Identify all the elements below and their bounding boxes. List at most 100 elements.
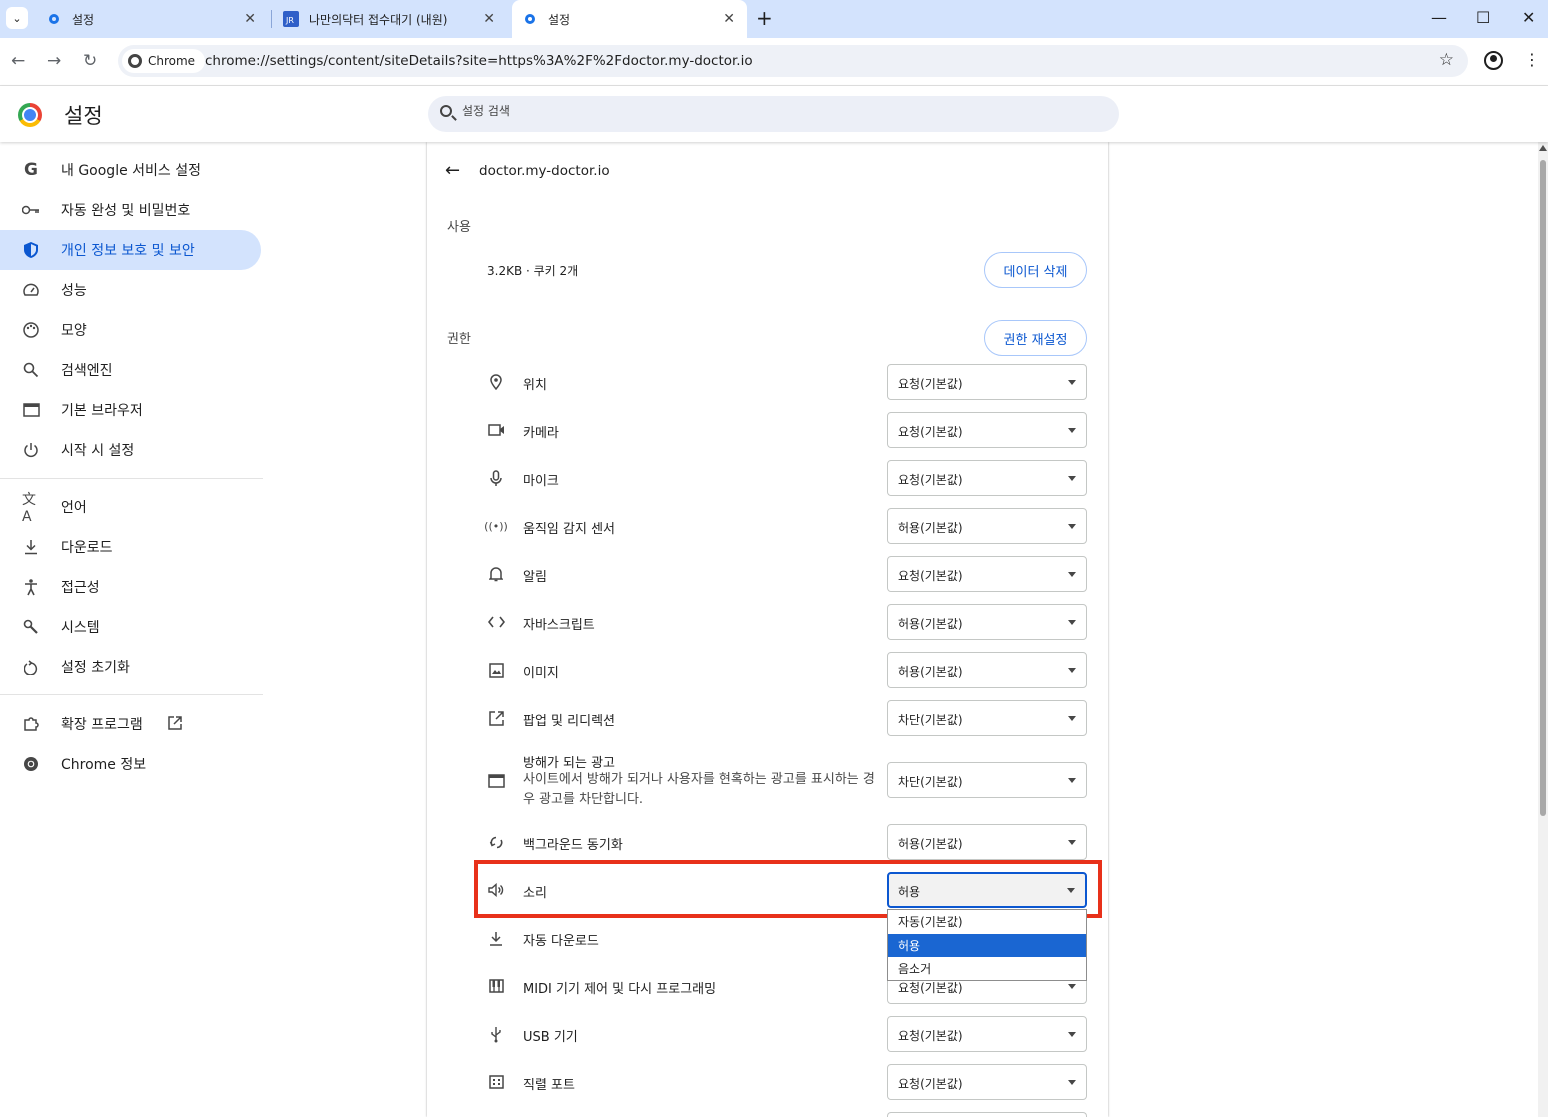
sound-dropdown-menu: 자동(기본값) 허용 음소거 — [887, 909, 1087, 981]
dropdown-option-automatic[interactable]: 자동(기본값) — [888, 910, 1086, 933]
caret-down-icon — [1068, 668, 1076, 673]
sidebar-item-label: 설정 초기화 — [61, 660, 130, 676]
piano-icon — [487, 977, 505, 995]
permission-select[interactable]: 요청(기본값) — [887, 1064, 1087, 1100]
permission-select[interactable]: 차단(기본값) — [887, 762, 1087, 798]
page-scrollbar[interactable] — [1538, 142, 1548, 1117]
profile-avatar-icon[interactable] — [1484, 51, 1503, 70]
permission-label: 자바스크립트 — [523, 618, 595, 633]
close-icon[interactable]: ✕ — [244, 11, 256, 27]
tab-title: 나만의닥터 접수대기 (내원) — [309, 12, 448, 27]
sidebar-item-label: 자동 완성 및 비밀번호 — [61, 203, 191, 219]
accessibility-icon — [22, 578, 40, 596]
close-icon[interactable]: ✕ — [723, 11, 735, 27]
sidebar-item-label: 기본 브라우저 — [61, 403, 143, 419]
site-info-chip[interactable]: Chrome — [122, 49, 206, 73]
close-window-icon[interactable]: ✕ — [1522, 8, 1535, 27]
tab-settings-active[interactable]: 설정 ✕ — [512, 0, 747, 38]
permission-label: 이미지 — [523, 666, 559, 681]
caret-down-icon — [1068, 1032, 1076, 1037]
select-value: 허용(기본값) — [898, 837, 963, 851]
caret-down-icon — [1068, 476, 1076, 481]
chrome-icon — [128, 54, 142, 68]
reset-permissions-button[interactable]: 권한 재설정 — [984, 320, 1087, 356]
minimize-icon[interactable]: — — [1431, 8, 1447, 27]
sidebar-item-system[interactable]: 시스템 — [0, 607, 261, 647]
sidebar-item-label: 다운로드 — [61, 540, 113, 556]
sidebar-item-label: 시작 시 설정 — [61, 443, 135, 459]
permission-select[interactable]: 허용(기본값) — [887, 604, 1087, 640]
tab-settings-1[interactable]: 설정 ✕ — [38, 0, 268, 38]
permission-select[interactable]: 요청(기본값) — [887, 364, 1087, 400]
wrench-icon — [22, 618, 40, 636]
bookmark-star-icon[interactable]: ☆ — [1439, 50, 1454, 70]
caret-down-icon — [1068, 1080, 1076, 1085]
sidebar-item-search-engine[interactable]: 검색엔진 — [0, 350, 261, 390]
tab-search-button[interactable]: ⌄ — [6, 7, 28, 29]
permission-select[interactable]: 허용(기본값) — [887, 508, 1087, 544]
sidebar-item-languages[interactable]: 文A 언어 — [0, 487, 261, 527]
reload-icon[interactable]: ↻ — [83, 51, 97, 71]
dropdown-option-allow[interactable]: 허용 — [888, 934, 1086, 957]
settings-header: 설정 — [0, 86, 1548, 142]
tab-waiting-room[interactable]: JR 나만의닥터 접수대기 (내원) ✕ — [275, 0, 507, 38]
sidebar-item-extensions[interactable]: 확장 프로그램 — [0, 704, 261, 744]
url-text[interactable]: chrome://settings/content/siteDetails?si… — [205, 53, 753, 69]
sidebar-item-default-browser[interactable]: 기본 브라우저 — [0, 390, 261, 430]
sidebar-item-label: 확장 프로그램 — [61, 717, 143, 733]
sidebar-item-performance[interactable]: 성능 — [0, 270, 261, 310]
permission-label: 직렬 포트 — [523, 1078, 575, 1093]
delete-data-button[interactable]: 데이터 삭제 — [984, 252, 1087, 288]
scroll-up-arrow-icon[interactable] — [1539, 145, 1547, 151]
select-value: 요청(기본값) — [898, 1029, 963, 1043]
permission-select[interactable]: 허용(기본값) — [887, 824, 1087, 860]
sidebar-item-accessibility[interactable]: 접근성 — [0, 567, 261, 607]
permission-label: 백그라운드 동기화 — [523, 838, 623, 853]
permission-select[interactable]: 요청(기본값) — [887, 460, 1087, 496]
back-arrow-icon[interactable]: ← — [11, 51, 25, 71]
open-external-icon — [487, 709, 505, 727]
key-icon — [22, 201, 40, 219]
sidebar-item-autofill[interactable]: 자동 완성 및 비밀번호 — [0, 190, 261, 230]
caret-down-icon — [1068, 524, 1076, 529]
sidebar-item-about-chrome[interactable]: Chrome 정보 — [0, 744, 261, 784]
sidebar-item-on-startup[interactable]: 시작 시 설정 — [0, 430, 261, 470]
select-value: 요청(기본값) — [898, 1077, 963, 1091]
caret-down-icon — [1068, 572, 1076, 577]
select-value: 허용 — [898, 885, 921, 899]
plus-icon: + — [756, 6, 773, 30]
sidebar-item-label: 언어 — [61, 500, 87, 516]
caret-down-icon — [1068, 840, 1076, 845]
settings-search[interactable] — [428, 96, 1119, 132]
dropdown-option-mute[interactable]: 음소거 — [888, 957, 1086, 980]
serial-port-icon — [487, 1073, 505, 1091]
sidebar-item-privacy[interactable]: 개인 정보 보호 및 보안 — [0, 230, 261, 270]
permission-select[interactable]: 요청(기본값) — [887, 1016, 1087, 1052]
close-icon[interactable]: ✕ — [483, 11, 495, 27]
permission-label: 카메라 — [523, 426, 559, 441]
caret-down-icon — [1068, 428, 1076, 433]
bell-icon — [487, 565, 505, 583]
image-icon — [487, 661, 505, 679]
permission-select-partial[interactable] — [887, 1112, 1087, 1117]
sidebar-item-google[interactable]: G 내 Google 서비스 설정 — [0, 150, 261, 190]
scrollbar-thumb[interactable] — [1540, 160, 1546, 816]
search-input[interactable] — [462, 104, 1062, 118]
sound-permission-select[interactable]: 허용 — [887, 872, 1087, 908]
permission-select[interactable]: 요청(기본값) — [887, 556, 1087, 592]
new-tab-button[interactable]: + — [756, 8, 773, 28]
sidebar-item-downloads[interactable]: 다운로드 — [0, 527, 261, 567]
permission-select[interactable]: 차단(기본값) — [887, 700, 1087, 736]
select-value: 차단(기본값) — [898, 713, 963, 727]
sidebar-item-appearance[interactable]: 모양 — [0, 310, 261, 350]
permission-select[interactable]: 요청(기본값) — [887, 412, 1087, 448]
permission-select[interactable]: 허용(기본값) — [887, 652, 1087, 688]
back-arrow-icon[interactable]: ← — [445, 160, 460, 181]
permission-label: 팝업 및 리디렉션 — [523, 714, 615, 729]
address-bar[interactable]: Chrome chrome://settings/content/siteDet… — [118, 45, 1468, 77]
kebab-menu-icon[interactable]: ⋮ — [1524, 52, 1540, 68]
maximize-icon[interactable]: ☐ — [1476, 8, 1490, 27]
sidebar-item-reset[interactable]: 설정 초기화 — [0, 647, 261, 687]
forward-arrow-icon[interactable]: → — [47, 51, 61, 71]
sensors-icon: ((•)) — [484, 519, 508, 533]
